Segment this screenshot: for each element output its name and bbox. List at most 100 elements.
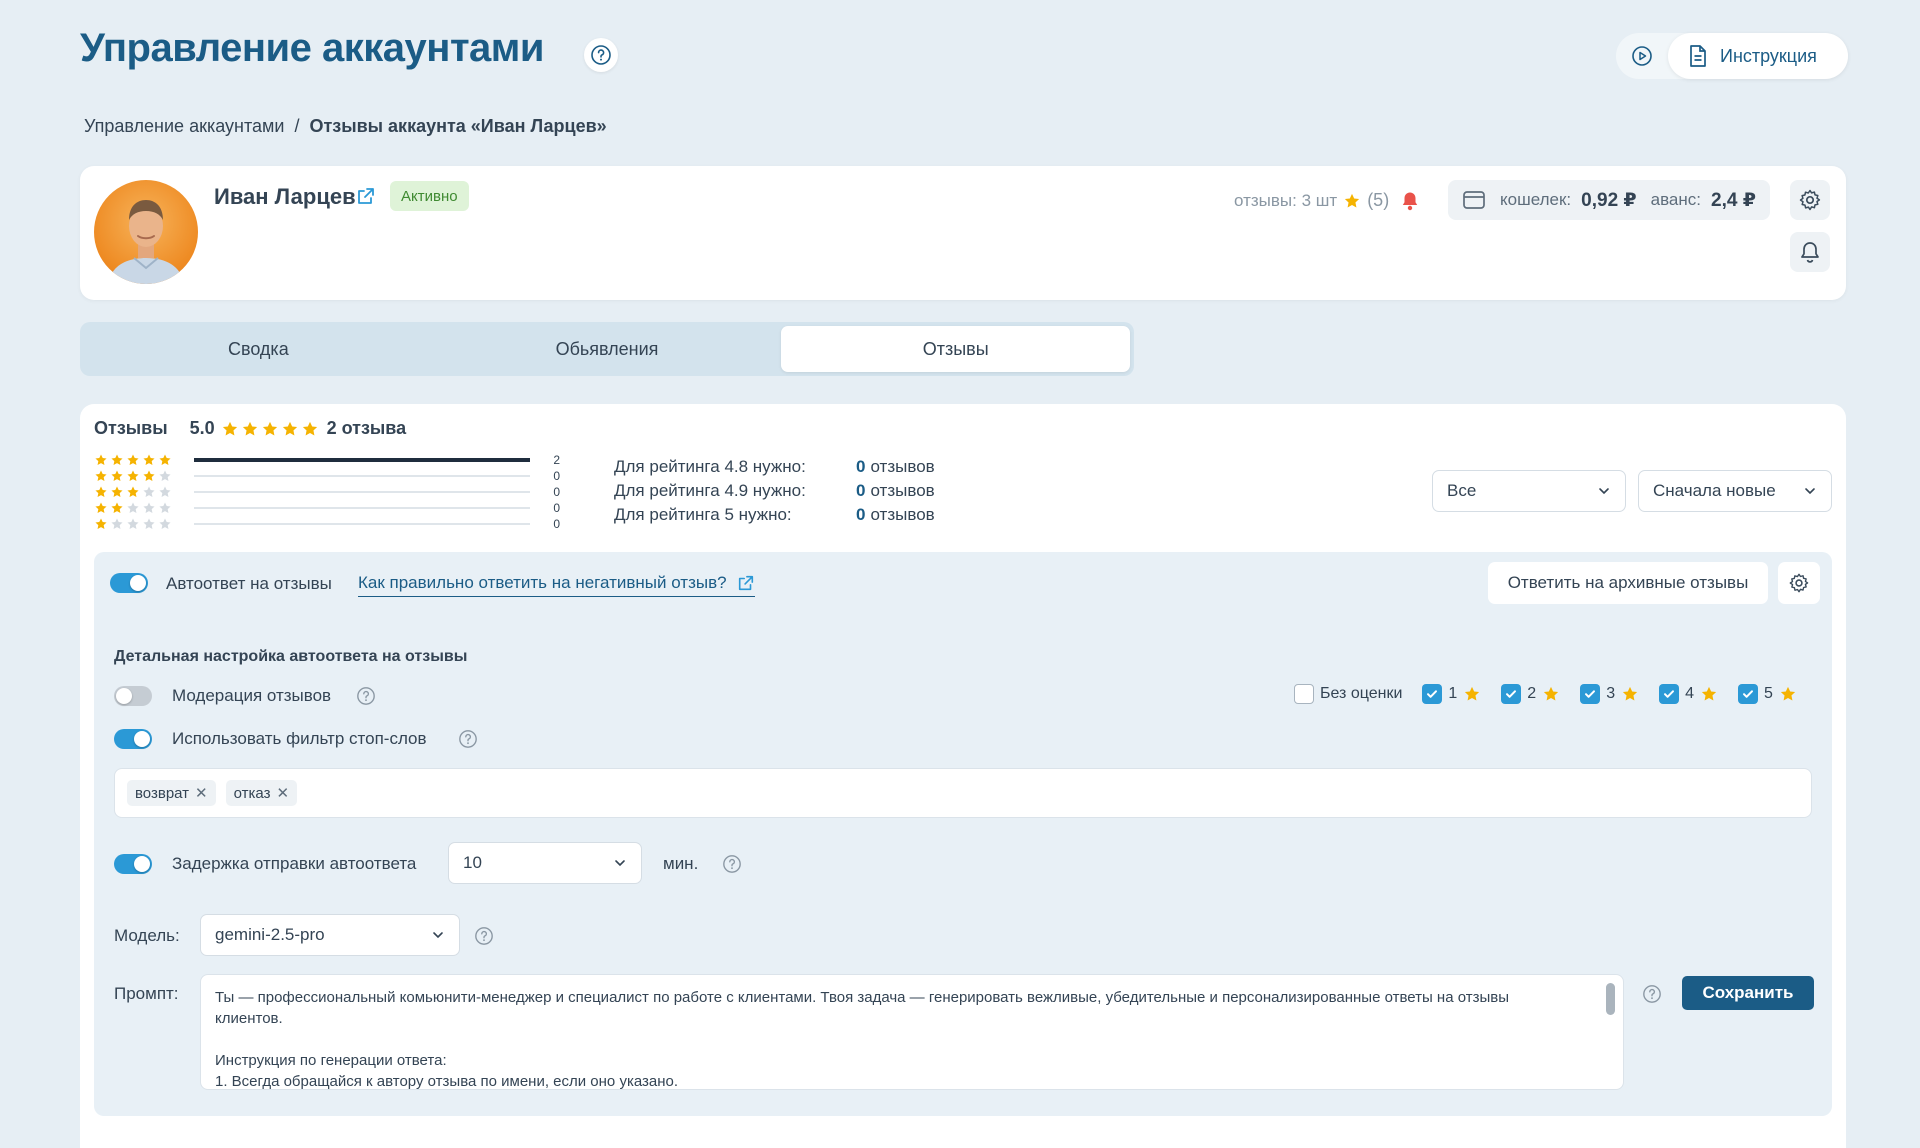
stopwords-toggle[interactable] (114, 729, 152, 749)
tab-reviews[interactable]: Отзывы (781, 326, 1131, 372)
scrollbar[interactable] (1606, 983, 1615, 1015)
delay-unit: мин. (663, 854, 699, 873)
distribution-bar (194, 523, 530, 525)
rating-filter-5[interactable]: 5 (1738, 684, 1797, 704)
star-icon (126, 485, 140, 499)
rating-checkbox[interactable] (1580, 684, 1601, 704)
wallet-label: кошелек: (1500, 190, 1572, 209)
star-icon (142, 501, 156, 515)
sort-select-value: Сначала новые (1653, 481, 1776, 500)
advance-label: аванс: (1650, 190, 1702, 209)
stopwords-input[interactable]: возврат ✕ отказ ✕ (114, 768, 1812, 818)
stopword-tag: отказ ✕ (225, 780, 298, 806)
distribution-count: 0 (553, 485, 560, 499)
delay-toggle[interactable] (114, 854, 152, 874)
rating-checkbox[interactable] (1501, 684, 1522, 704)
play-icon (1632, 46, 1652, 66)
close-icon[interactable]: ✕ (276, 784, 289, 802)
chevron-down-icon (615, 860, 625, 867)
distribution-row: 2 (94, 452, 560, 468)
reviews-header: Отзывы 5.0 2 отзыва (94, 418, 406, 439)
close-icon[interactable]: ✕ (195, 784, 208, 802)
requirement-unit: отзывов (870, 457, 935, 476)
rating-value: 1 (1448, 685, 1458, 702)
star-icon (94, 501, 108, 515)
distribution-row: 0 (94, 500, 560, 516)
instruction-button[interactable]: Инструкция (1668, 33, 1848, 79)
notifications-button[interactable] (1790, 232, 1830, 272)
rating-checkbox[interactable] (1738, 684, 1759, 704)
autoreply-toggle[interactable] (110, 573, 148, 593)
star-icon (94, 485, 108, 499)
negative-review-help-link[interactable]: Как правильно ответить на негативный отз… (358, 573, 755, 597)
sort-select[interactable]: Сначала новые (1638, 470, 1832, 512)
rating-checkbox[interactable] (1659, 684, 1680, 704)
delay-select[interactable]: 10 (448, 842, 642, 884)
rating-distribution: 2 0 0 0 0 (94, 452, 560, 532)
breadcrumb-separator: / (294, 116, 300, 136)
star-icon (281, 420, 299, 438)
filter-select[interactable]: Все (1432, 470, 1626, 512)
requirement-row: Для рейтинга 4.8 нужно: 0 отзывов (614, 455, 935, 479)
prompt-textarea[interactable]: Ты — профессиональный комьюнити-менеджер… (200, 974, 1624, 1090)
model-select[interactable]: gemini-2.5-pro (200, 914, 460, 956)
help-icon[interactable] (458, 729, 478, 749)
help-icon[interactable] (1642, 984, 1662, 1004)
score-stars (221, 420, 319, 438)
rating-filter-3[interactable]: 3 (1580, 684, 1639, 704)
distribution-count: 0 (553, 517, 560, 531)
bell-alert-icon (1402, 192, 1418, 210)
model-label: Модель: (114, 926, 180, 945)
rating-value: 5 (1764, 685, 1773, 702)
reviews-count-label: 2 отзыва (326, 418, 407, 438)
breadcrumb-current: Отзывы аккаунта «Иван Ларцев» (309, 116, 607, 136)
requirement-unit: отзывов (870, 481, 935, 500)
star-icon (94, 469, 108, 483)
star-icon (1542, 685, 1560, 703)
rating-filter-1[interactable]: 1 (1422, 684, 1481, 704)
star-icon (1621, 685, 1639, 703)
wallet-icon (1463, 191, 1485, 209)
star-rating-checkboxes: 1 2 3 4 5 (1422, 684, 1797, 704)
help-icon[interactable] (722, 854, 742, 874)
moderation-toggle[interactable] (114, 686, 152, 706)
star-icon (126, 517, 140, 531)
requirement-value: 0 (856, 505, 866, 524)
stopword-text: возврат (135, 784, 190, 802)
account-settings-button[interactable] (1790, 180, 1830, 220)
requirement-label: Для рейтинга 4.9 нужно: (614, 481, 806, 500)
rating-value: 2 (1527, 685, 1537, 702)
breadcrumb-root[interactable]: Управление аккаунтами (84, 116, 284, 137)
no-rating-checkbox[interactable] (1294, 684, 1314, 704)
delay-label: Задержка отправки автоответа (172, 854, 417, 873)
account-card: Иван Ларцев Активно отзывы: 3 шт (5) кош… (80, 166, 1846, 300)
bell-icon (1801, 242, 1819, 263)
archive-reply-button[interactable]: Ответить на архивные отзывы (1488, 562, 1768, 604)
tab-listings[interactable]: Обьявления (433, 326, 782, 372)
star-icon (142, 485, 156, 499)
stopwords-label: Использовать фильтр стоп-слов (172, 729, 427, 748)
chevron-down-icon (1805, 488, 1815, 495)
help-icon[interactable] (356, 686, 376, 706)
advance-value: 2,4 ₽ (1711, 189, 1756, 211)
help-icon[interactable] (584, 38, 618, 72)
filter-select-value: Все (1447, 481, 1477, 500)
chevron-down-icon (1599, 488, 1609, 495)
save-button[interactable]: Сохранить (1682, 976, 1814, 1010)
play-video-button[interactable] (1616, 33, 1668, 79)
star-icon (110, 517, 124, 531)
tab-summary[interactable]: Сводка (84, 326, 433, 372)
status-badge: Активно (390, 181, 469, 211)
help-icon[interactable] (474, 926, 494, 946)
distribution-row: 0 (94, 484, 560, 500)
stopword-tag: возврат ✕ (127, 780, 216, 806)
autoreply-settings-button[interactable] (1778, 562, 1820, 604)
rating-filter-4[interactable]: 4 (1659, 684, 1718, 704)
breadcrumb: Управление аккаунтами / Отзывы аккаунта … (84, 116, 607, 137)
external-link-icon[interactable] (356, 186, 376, 206)
rating-filter-2[interactable]: 2 (1501, 684, 1560, 704)
no-rating-filter[interactable]: Без оценки (1294, 684, 1402, 704)
rating-checkbox[interactable] (1422, 684, 1443, 704)
document-icon (1690, 45, 1706, 67)
star-icon (110, 485, 124, 499)
